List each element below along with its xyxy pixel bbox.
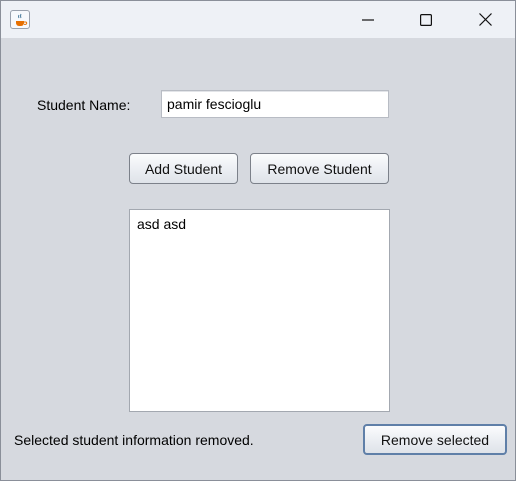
maximize-button[interactable] <box>403 1 449 38</box>
student-list[interactable]: asd asd <box>129 209 390 412</box>
student-name-label: Student Name: <box>37 97 131 113</box>
close-button[interactable] <box>462 1 508 38</box>
close-icon <box>478 13 492 26</box>
app-window: Student Name: Add Student Remove Student… <box>0 0 516 481</box>
minimize-icon <box>362 18 374 21</box>
java-coffee-cup-icon[interactable] <box>10 10 30 29</box>
content-panel: Student Name: Add Student Remove Student… <box>1 38 515 480</box>
remove-student-button[interactable]: Remove Student <box>250 153 389 184</box>
maximize-icon <box>420 13 432 26</box>
title-bar[interactable] <box>1 1 515 38</box>
minimize-button[interactable] <box>345 1 391 38</box>
list-item[interactable]: asd asd <box>137 216 186 232</box>
student-name-input[interactable] <box>161 90 389 118</box>
add-student-button[interactable]: Add Student <box>129 153 238 184</box>
remove-selected-button[interactable]: Remove selected <box>363 424 507 455</box>
status-message: Selected student information removed. <box>14 432 254 448</box>
